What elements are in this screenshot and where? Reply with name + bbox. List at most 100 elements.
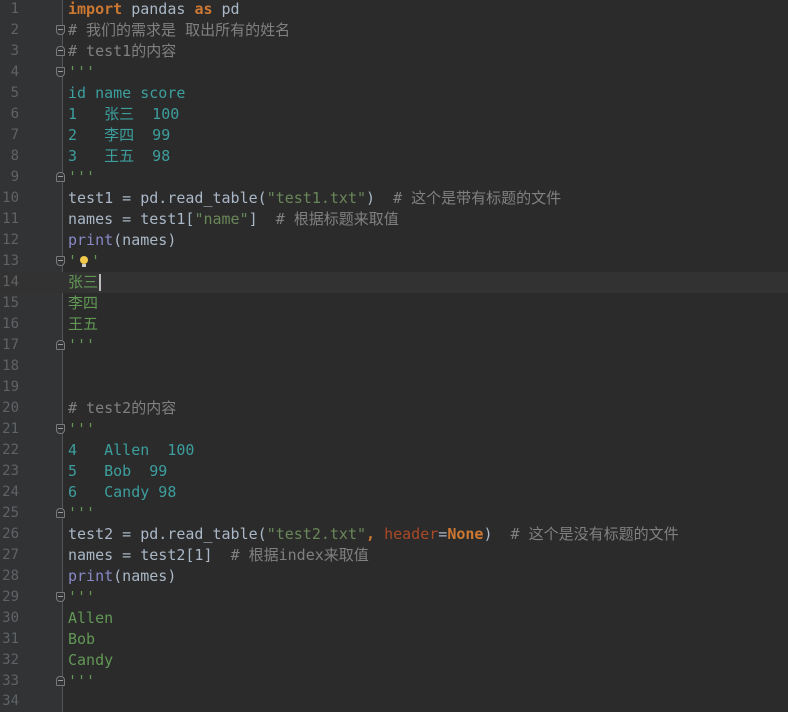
docstring: ' ' [68,251,100,272]
code-text[interactable]: names = test2[1] # 根据index来取值 [68,545,369,566]
fold-end-icon[interactable] [56,676,65,686]
code-editor[interactable]: 1 import pandas as pd 2 # 我们的需求是 取出所有的姓名… [0,0,788,712]
code-line-6[interactable]: 6 1 张三 100 [0,104,788,125]
line-number: 6 [10,106,19,122]
fold-start-icon[interactable] [56,592,65,602]
code-line-28[interactable]: 28 print(names) [0,566,788,587]
lightbulb-icon[interactable] [79,255,89,269]
line-number: 7 [10,127,19,143]
docstring: ''' [68,588,96,606]
code-line-5[interactable]: 5 id name score [0,83,788,104]
comma: , [366,525,385,543]
line-number: 17 [2,337,19,353]
string-literal: "test1.txt" [266,189,367,207]
code-line-8[interactable]: 8 3 王五 98 [0,146,788,167]
code-line-19[interactable]: 19 [0,377,788,398]
line-number: 23 [2,463,19,479]
module-name: pandas [122,0,195,18]
docstring: Candy [68,651,114,669]
code-line-34[interactable]: 34 [0,691,788,712]
code-text[interactable]: print(names) [68,566,176,587]
line-number: 16 [2,316,19,332]
code-line-10[interactable]: 10 test1 = pd.read_table("test1.txt") # … [0,188,788,209]
code-line-27[interactable]: 27 names = test2[1] # 根据index来取值 [0,545,788,566]
code-line-11[interactable]: 11 names = test1["name"] # 根据标题来取值 [0,209,788,230]
builtin-print: print [68,567,114,585]
line-number: 2 [10,22,19,38]
string-literal: "name" [194,210,249,228]
fold-start-icon[interactable] [56,67,65,77]
line-number: 29 [2,589,19,605]
code-text[interactable]: test2 = pd.read_table("test2.txt", heade… [68,524,679,545]
code-segment: (names) [113,231,177,249]
comment: # 我们的需求是 取出所有的姓名 [68,21,291,39]
code-line-4[interactable]: 4 ''' [0,62,788,83]
comment: # 根据index来取值 [230,546,369,564]
code-line-3[interactable]: 3 # test1的内容 [0,41,788,62]
line-number: 30 [2,610,19,626]
code-line-20[interactable]: 20 # test2的内容 [0,398,788,419]
code-line-32[interactable]: 32 Candy [0,650,788,671]
fold-end-icon[interactable] [56,46,65,56]
code-line-7[interactable]: 7 2 李四 99 [0,125,788,146]
code-line-21[interactable]: 21 ''' [0,419,788,440]
line-number: 24 [2,484,19,500]
code-line-14[interactable]: 14 张三 [0,272,788,293]
line-number: 4 [10,64,19,80]
code-line-12[interactable]: 12 print(names) [0,230,788,251]
code-line-22[interactable]: 22 4 Allen 100 [0,440,788,461]
fold-start-icon[interactable] [56,424,65,434]
docstring: 李四 [68,294,99,312]
docstring: ''' [68,336,96,354]
code-line-24[interactable]: 24 6 Candy 98 [0,482,788,503]
code-text[interactable]: names = test1["name"] # 根据标题来取值 [68,209,399,230]
code-segment: ] [248,210,276,228]
line-number: 26 [2,526,19,542]
line-number: 12 [2,232,19,248]
docstring: 2 李四 99 [68,126,171,144]
code-line-26[interactable]: 26 test2 = pd.read_table("test2.txt", he… [0,524,788,545]
code-line-31[interactable]: 31 Bob [0,629,788,650]
code-text[interactable]: print(names) [68,230,176,251]
code-line-17[interactable]: 17 ''' [0,335,788,356]
line-number: 27 [2,547,19,563]
code-text[interactable]: import pandas as pd [68,0,240,20]
fold-end-icon[interactable] [56,172,65,182]
fold-end-icon[interactable] [56,340,65,350]
docstring: 1 张三 100 [68,105,180,123]
code-line-15[interactable]: 15 李四 [0,293,788,314]
docstring: ''' [68,672,96,690]
line-number: 31 [2,631,19,647]
line-number: 11 [2,211,19,227]
code-line-30[interactable]: 30 Allen [0,608,788,629]
docstring: ''' [68,504,96,522]
code-line-25[interactable]: 25 ''' [0,503,788,524]
code-line-23[interactable]: 23 5 Bob 99 [0,461,788,482]
code-line-9[interactable]: 9 ''' [0,167,788,188]
code-segment: (names) [113,567,177,585]
docstring: ''' [68,420,96,438]
code-line-13[interactable]: 13 ' ' [0,251,788,272]
code-line-29[interactable]: 29 ''' [0,587,788,608]
code-line-33[interactable]: 33 ''' [0,671,788,692]
docstring: 6 Candy 98 [68,483,177,501]
code-text[interactable]: test1 = pd.read_table("test1.txt") # 这个是… [68,188,561,209]
fold-end-icon[interactable] [56,508,65,518]
code-segment: names = test2[1] [68,546,231,564]
line-number: 5 [10,85,19,101]
equals-sign: = [438,525,448,543]
fold-start-icon[interactable] [56,25,65,35]
keyword-none: None [447,525,484,543]
string-literal: "test2.txt" [266,525,367,543]
line-number: 3 [10,43,19,59]
code-line-16[interactable]: 16 王五 [0,314,788,335]
code-line-18[interactable]: 18 [0,356,788,377]
fold-start-icon[interactable] [56,256,65,266]
docstring: id name score [68,84,186,102]
line-number: 10 [2,190,19,206]
code-line-2[interactable]: 2 # 我们的需求是 取出所有的姓名 [0,20,788,41]
docstring-quote: ' [68,252,78,270]
line-number: 20 [2,400,19,416]
code-line-1[interactable]: 1 import pandas as pd [0,0,788,20]
docstring-quote: ' [91,252,101,270]
